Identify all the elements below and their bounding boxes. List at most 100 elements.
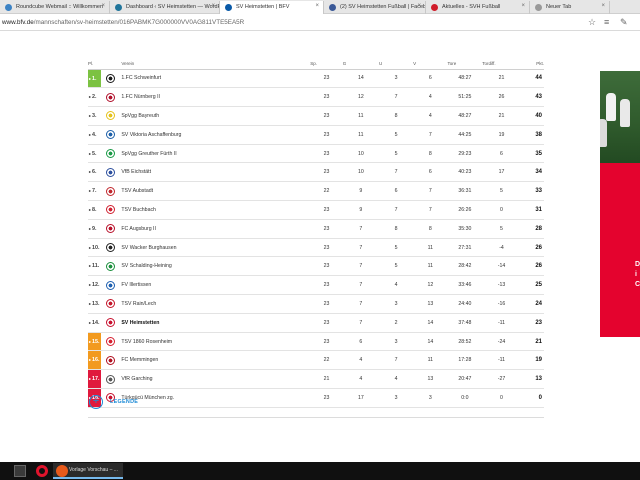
position-badge: ▸14. [88, 314, 101, 332]
position-badge: ▸6. [88, 163, 101, 181]
plus-icon[interactable]: + [89, 395, 103, 409]
tab-label: Aktuelles - SVH Fußball [442, 4, 501, 10]
browser-tab[interactable]: Neuer Tab × [530, 1, 610, 14]
tab-close-icon[interactable]: × [315, 3, 319, 9]
taskbar-task-preview[interactable]: Vorlage Vorschau – ... [53, 463, 123, 479]
browser-tab[interactable]: Roundcube Webmail :: Willkommen × [0, 1, 110, 14]
position-number: 16. [92, 357, 100, 364]
diff-cell: -14 [482, 256, 521, 277]
header-goals: Tore [447, 58, 483, 70]
address-bar[interactable]: www.bfv.de/mannschaften/sv-heimstetten/0… [0, 14, 640, 31]
team-name[interactable]: 1.FC Nürnberg II [121, 87, 311, 108]
share-icon[interactable]: ✎ [620, 17, 628, 28]
lost-cell: 11 [413, 256, 448, 277]
table-row[interactable]: ▸9. FC Augsburg II 23 7 8 8 35:30 5 28 [88, 219, 544, 239]
team-name[interactable]: FC Augsburg II [121, 219, 311, 239]
games-cell: 23 [310, 200, 343, 220]
table-row[interactable]: ▸17. VfR Garching 21 4 4 13 20:47 -27 13 [88, 369, 544, 390]
team-name[interactable]: TSV Buchbach [121, 200, 311, 220]
trend-arrow-icon: ▸ [89, 338, 92, 344]
team-name[interactable]: VfR Garching [121, 369, 311, 390]
table-row[interactable]: ▸8. TSV Buchbach 23 9 7 7 26:26 0 31 [88, 200, 544, 220]
points-cell: 44 [520, 69, 544, 89]
table-row[interactable]: ▸1. 1.FC Schweinfurt 23 14 3 6 48:27 21 44 [88, 69, 544, 89]
header-logo [105, 58, 122, 70]
team-name[interactable]: TSV Aubstadt [121, 181, 311, 202]
tab-close-icon[interactable]: × [521, 3, 525, 9]
table-row[interactable]: ▸6. VfB Eichstätt 23 10 7 6 40:23 17 34 [88, 162, 544, 183]
team-name[interactable]: SpVgg Bayreuth [121, 106, 311, 126]
diff-cell: -16 [482, 294, 521, 314]
bookmark-star-icon[interactable]: ☆ [588, 17, 596, 28]
legend-label[interactable]: LEGENDE [110, 399, 138, 405]
browser-tab[interactable]: Aktuelles - SVH Fußball × [426, 1, 530, 14]
club-crest-icon [105, 280, 115, 290]
team-name[interactable]: FC Memmingen [121, 350, 311, 371]
table-row[interactable]: ▸11. SV Schalding-Heining 23 7 5 11 28:42 -14 26 [88, 256, 544, 277]
position-badge: ▸17. [88, 370, 101, 389]
url-text[interactable]: www.bfv.de/mannschaften/sv-heimstetten/0… [2, 19, 244, 26]
team-name[interactable]: TSV Rain/Lech [121, 294, 311, 314]
club-crest-icon [105, 130, 115, 140]
browser-tab[interactable]: Dashboard ‹ SV Heimstetten — WordPress× [110, 1, 220, 14]
table-row[interactable]: ▸16. FC Memmingen 22 4 7 11 17:28 -11 19 [88, 350, 544, 371]
position-badge: ▸2. [88, 88, 101, 106]
table-row[interactable]: ▸2. 1.FC Nürnberg II 23 12 7 4 51:25 26 43 [88, 87, 544, 108]
diff-cell: 21 [482, 106, 521, 126]
lost-cell: 8 [413, 144, 448, 164]
team-name[interactable]: SV Wacker Burghausen [121, 238, 311, 258]
draw-cell: 4 [378, 369, 414, 390]
team-name[interactable]: SV Viktoria Aschaffenburg [121, 125, 311, 145]
lost-cell: 14 [413, 313, 448, 333]
table-row[interactable]: ▸18. Türkgücü München zg. 23 17 3 3 0:0 0 0 [88, 388, 544, 408]
goals-cell: 40:23 [447, 162, 483, 183]
table-row[interactable]: ▸4. SV Viktoria Aschaffenburg 23 11 5 7 44:25 1… [88, 125, 544, 145]
table-row[interactable]: ▸14. SV Heimstetten 23 7 2 14 37:48 -11 23 [88, 313, 544, 333]
draw-cell: 6 [378, 181, 414, 202]
draw-cell: 5 [378, 125, 414, 145]
position-number: 17. [92, 376, 100, 383]
draw-cell: 3 [378, 388, 414, 408]
table-row[interactable]: ▸7. TSV Aubstadt 22 9 6 7 36:31 5 33 [88, 181, 544, 202]
team-name[interactable]: SV Heimstetten [121, 313, 311, 333]
table-row[interactable]: ▸15. TSV 1860 Rosenheim 23 6 3 14 28:52 -24 21 [88, 332, 544, 352]
lost-cell: 6 [413, 69, 448, 89]
team-logo-cell [105, 219, 122, 239]
team-name[interactable]: FV Illertissen [121, 275, 311, 296]
header-pos: Pl. [88, 58, 106, 70]
team-name[interactable]: TSV 1860 Rosenheim [121, 332, 311, 352]
opera-icon[interactable] [36, 465, 48, 477]
team-name[interactable]: SV Schalding-Heining [121, 256, 311, 277]
table-row[interactable]: ▸5. SpVgg Greuther Fürth II 23 10 5 8 29:23 6 35 [88, 144, 544, 164]
trend-arrow-icon: ▸ [89, 282, 92, 288]
goals-cell: 24:40 [447, 294, 483, 314]
games-cell: 23 [310, 87, 343, 108]
browser-tab[interactable]: SV Heimstetten | BFV × [220, 1, 324, 14]
table-row[interactable]: ▸13. TSV Rain/Lech 23 7 3 13 24:40 -16 24 [88, 294, 544, 314]
team-name[interactable]: SpVgg Greuther Fürth II [121, 144, 311, 164]
team-name[interactable]: 1.FC Schweinfurt [121, 69, 311, 89]
team-name[interactable]: Türkgücü München zg. [121, 388, 311, 408]
points-cell: 34 [520, 162, 544, 183]
goals-cell: 48:27 [447, 106, 483, 126]
reading-list-icon[interactable]: ≡ [604, 17, 609, 27]
table-row[interactable]: ▸12. FV Illertissen 23 7 4 12 33:46 -13 25 [88, 275, 544, 296]
file-explorer-icon[interactable] [14, 465, 26, 477]
ad-letter: C [635, 281, 640, 288]
url-host: www.bfv.de [2, 19, 34, 26]
tab-label: SV Heimstetten | BFV [236, 4, 290, 10]
draw-cell: 8 [378, 219, 414, 239]
tab-close-icon[interactable]: × [417, 3, 421, 9]
position-number: 9. [92, 225, 97, 232]
browser-tab[interactable]: (2) SV Heimstetten Fußball | Facebook × [324, 1, 426, 14]
tab-close-icon[interactable]: × [211, 3, 215, 9]
team-name[interactable]: VfB Eichstätt [121, 162, 311, 183]
team-logo-cell [105, 106, 122, 126]
tab-close-icon[interactable]: × [101, 3, 105, 9]
table-row[interactable]: ▸10. SV Wacker Burghausen 23 7 5 11 27:31 -4 26 [88, 238, 544, 258]
tab-close-icon[interactable]: × [601, 3, 605, 9]
table-row[interactable]: ▸3. SpVgg Bayreuth 23 11 8 4 48:27 21 40 [88, 106, 544, 126]
advertisement-banner[interactable]: D i C [600, 71, 640, 337]
ad-player-figure [620, 99, 630, 127]
team-logo-cell [105, 181, 122, 202]
